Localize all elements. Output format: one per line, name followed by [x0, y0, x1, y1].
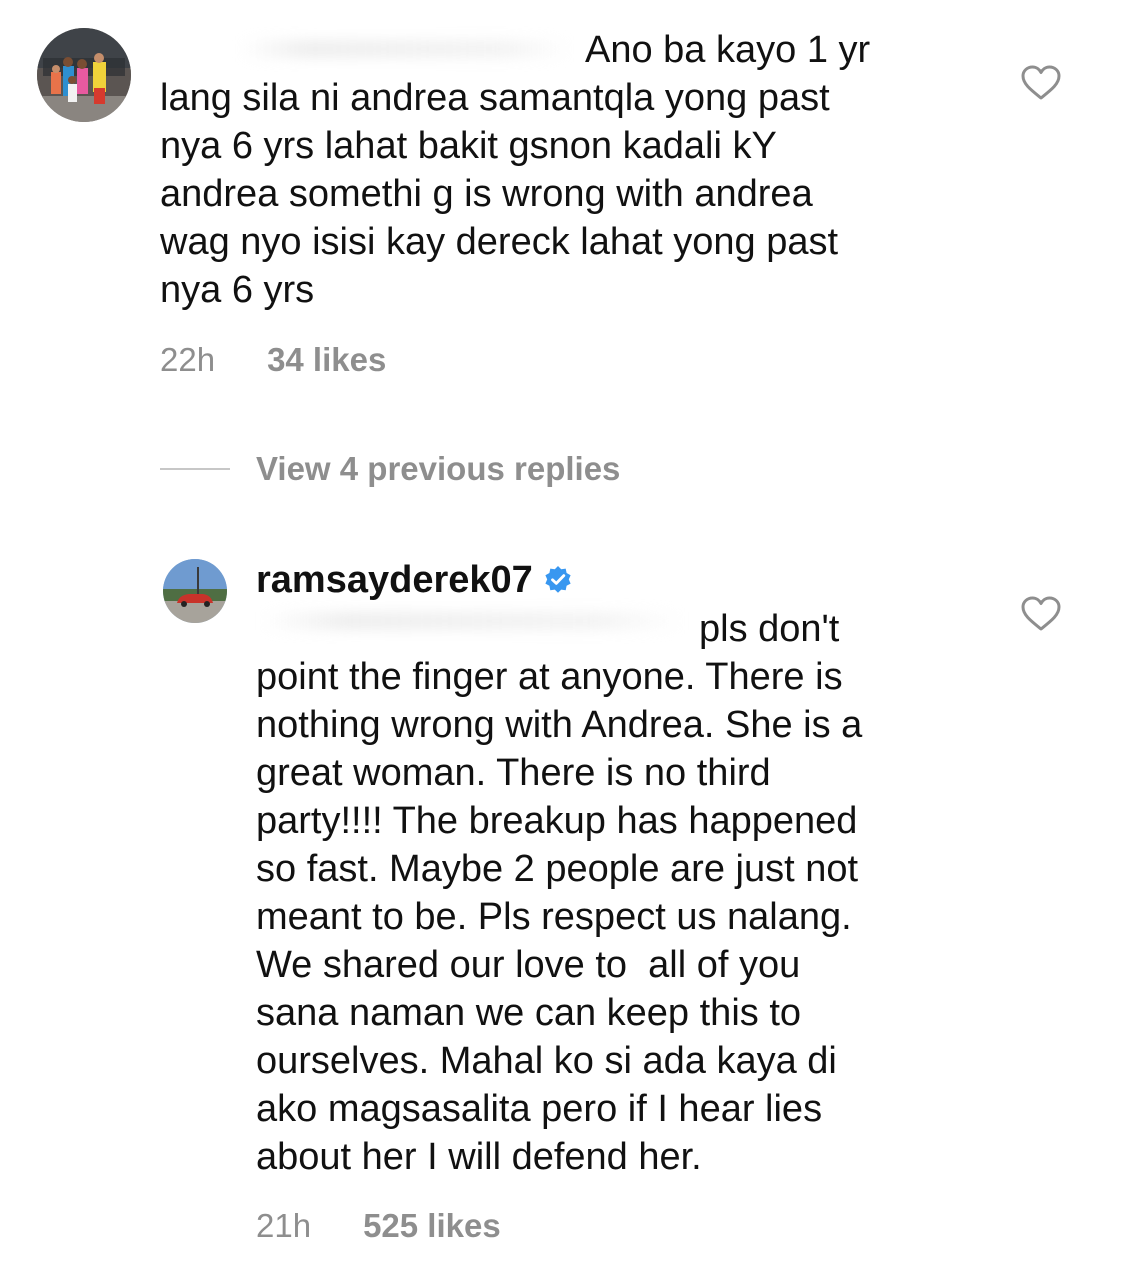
car-photo-avatar	[163, 559, 227, 623]
heart-outline-icon[interactable]	[1021, 65, 1061, 101]
view-replies-label: View 4 previous replies	[256, 450, 621, 487]
view-previous-replies-button[interactable]: View 4 previous replies	[160, 449, 620, 489]
reply-text: pls don't point the finger at anyone. Th…	[256, 608, 863, 1178]
reply-timestamp: 21h	[256, 1207, 312, 1244]
replies-divider-line	[160, 468, 230, 470]
family-photo-avatar	[37, 28, 131, 122]
username-text: ramsayderek07	[256, 559, 533, 601]
reply-username[interactable]: ramsayderek07	[256, 556, 573, 604]
comment-likes-count[interactable]: 34 likes	[267, 340, 386, 380]
verified-badge-icon	[545, 566, 571, 593]
reply-meta: 21h 525 likes	[256, 1206, 501, 1246]
comment-text: Ano ba kayo 1 yr lang sila ni andrea sam…	[160, 29, 871, 311]
reply-likes-count[interactable]: 525 likes	[363, 1206, 501, 1246]
commenter-avatar[interactable]	[37, 28, 131, 122]
heart-outline-icon[interactable]	[1021, 596, 1061, 632]
reply-avatar[interactable]	[163, 559, 227, 623]
comment-timestamp: 22h	[160, 341, 216, 378]
comment-meta: 22h 34 likes	[160, 340, 386, 380]
